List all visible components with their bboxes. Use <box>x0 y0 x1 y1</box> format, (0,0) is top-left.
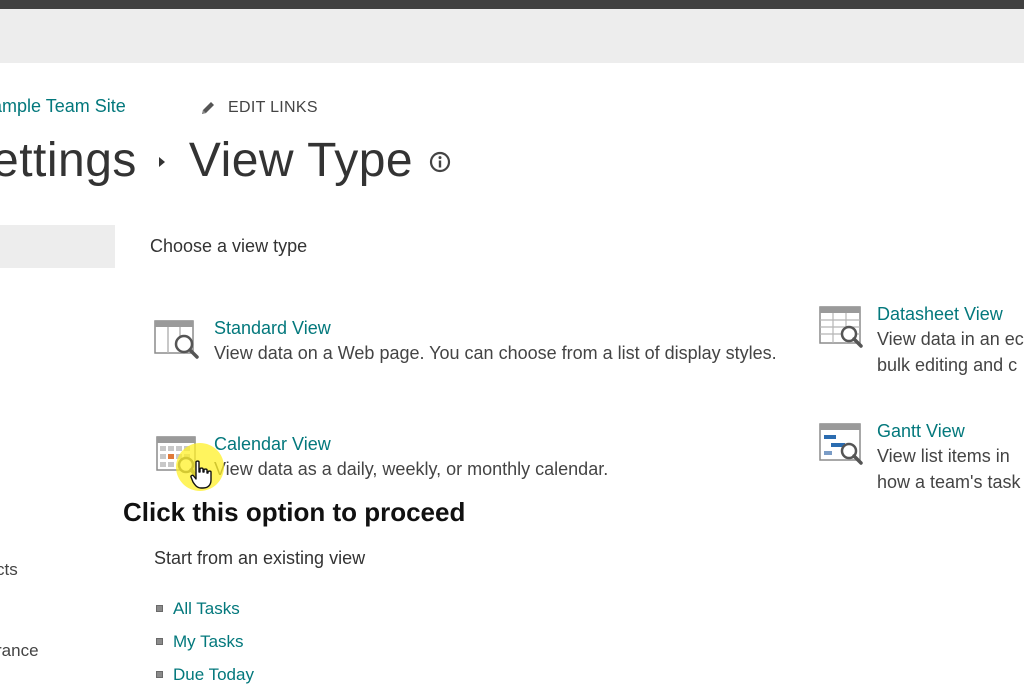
bullet-icon <box>156 671 163 678</box>
breadcrumb-current: View Type <box>188 133 414 187</box>
view-type-datasheet[interactable]: Datasheet View View data in an ec bulk e… <box>819 302 1024 378</box>
site-name-link[interactable]: ample Team Site <box>0 96 126 117</box>
view-type-description: View data as a daily, weekly, or monthly… <box>214 459 609 479</box>
view-type-title[interactable]: Standard View <box>214 316 777 340</box>
list-item: My Tasks <box>156 625 254 658</box>
instruction-callout: Click this option to proceed <box>123 497 466 527</box>
gantt-view-icon <box>819 423 863 465</box>
view-type-description: bulk editing and c <box>877 355 1018 375</box>
left-nav-item[interactable]: rance <box>0 641 39 661</box>
choose-view-heading: Choose a view type <box>150 236 308 256</box>
list-item: Due Today <box>156 658 254 685</box>
list-item: All Tasks <box>156 592 254 625</box>
left-nav-item[interactable]: cts <box>0 560 18 580</box>
view-type-title[interactable]: Gantt View <box>877 419 1021 443</box>
bullet-icon <box>156 605 163 612</box>
view-type-standard[interactable]: Standard View View data on a Web page. Y… <box>154 316 777 366</box>
edit-links-button[interactable]: EDIT LINKS <box>199 99 318 117</box>
edit-links-label: EDIT LINKS <box>228 99 318 116</box>
suite-bar <box>0 9 1024 63</box>
info-icon[interactable] <box>429 151 451 173</box>
view-type-title[interactable]: Datasheet View <box>877 302 1024 326</box>
page-title: ettings View Type <box>0 128 451 192</box>
standard-view-icon <box>154 320 199 359</box>
view-type-calendar[interactable]: Calendar View View data as a daily, week… <box>156 432 608 482</box>
left-nav-highlight <box>0 225 115 268</box>
view-type-title[interactable]: Calendar View <box>214 432 608 456</box>
datasheet-view-icon <box>819 306 863 348</box>
hand-cursor-icon <box>190 460 212 489</box>
view-type-description: View data in an ec <box>877 329 1024 349</box>
existing-view-heading: Start from an existing view <box>154 548 366 568</box>
top-bar <box>0 0 1024 9</box>
existing-view-link[interactable]: Due Today <box>173 665 254 685</box>
existing-view-link[interactable]: All Tasks <box>173 599 240 619</box>
view-type-gantt[interactable]: Gantt View View list items in how a team… <box>819 419 1021 495</box>
pencil-icon <box>202 102 214 114</box>
existing-views-list: All Tasks My Tasks Due Today <box>156 592 254 685</box>
view-type-description: View data on a Web page. You can choose … <box>214 343 777 363</box>
existing-view-link[interactable]: My Tasks <box>173 632 244 652</box>
breadcrumb-separator-icon <box>158 157 165 167</box>
view-type-description: View list items in <box>877 446 1010 466</box>
breadcrumb-parent[interactable]: ettings <box>0 133 137 188</box>
bullet-icon <box>156 638 163 645</box>
view-type-description: how a team's task <box>877 472 1021 492</box>
